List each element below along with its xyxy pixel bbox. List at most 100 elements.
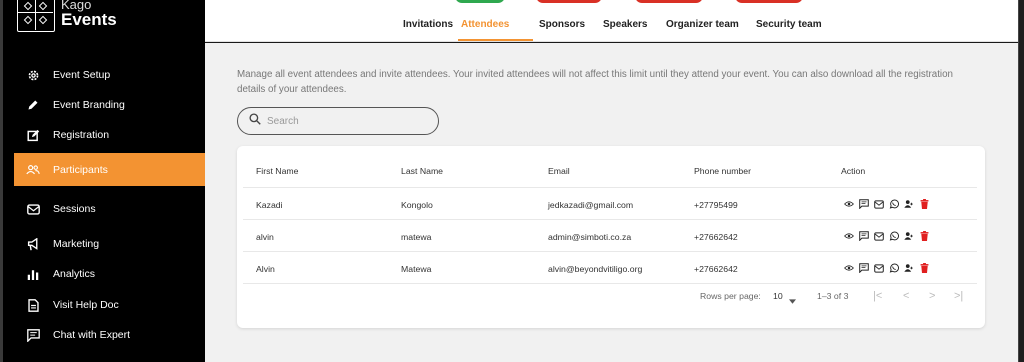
first-page-icon[interactable]: |< — [873, 290, 882, 302]
chat-icon — [25, 327, 41, 343]
mail-icon[interactable] — [874, 199, 884, 209]
row-divider — [243, 251, 977, 252]
column-header-last-name[interactable]: Last Name — [401, 166, 443, 176]
sidebar-item-label: Event Setup — [53, 69, 111, 81]
tab-organizer-team[interactable]: Organizer team — [666, 19, 739, 30]
sidebar-item-label: Marketing — [53, 238, 100, 250]
search-input[interactable] — [267, 115, 417, 127]
sidebar-item-label: Sessions — [53, 203, 96, 215]
row-actions — [844, 263, 929, 273]
eye-icon[interactable] — [844, 231, 854, 241]
message-icon[interactable] — [859, 231, 869, 241]
active-tab-indicator — [458, 39, 533, 41]
header-divider — [243, 187, 977, 188]
megaphone-icon — [25, 236, 41, 252]
column-header-email[interactable]: Email — [548, 166, 570, 176]
column-header-action: Action — [841, 166, 866, 176]
pagination-range: 1–3 of 3 — [817, 291, 849, 301]
sidebar-item-label: Event Branding — [53, 99, 125, 111]
cell-last-name: matewa — [401, 232, 432, 242]
row-divider — [243, 283, 977, 284]
document-icon — [25, 297, 41, 313]
cell-last-name: Matewa — [401, 264, 432, 274]
tab-attendees[interactable]: Attendees — [461, 19, 509, 30]
window-frame-right — [1018, 0, 1024, 362]
trash-icon[interactable] — [919, 231, 929, 241]
cell-first-name: Alvin — [256, 264, 275, 274]
sidebar-item-chat-with-expert[interactable]: Chat with Expert — [17, 320, 205, 350]
whatsapp-icon[interactable] — [889, 231, 899, 241]
person-icon[interactable] — [904, 263, 914, 273]
attendees-table-card: First Name Last Name Email Phone number … — [237, 146, 985, 328]
cell-email: admin@simboti.co.za — [548, 232, 632, 242]
row-divider — [243, 219, 977, 220]
sidebar-item-event-setup[interactable]: Event Setup — [17, 60, 205, 90]
tab-speakers[interactable]: Speakers — [603, 19, 647, 30]
sidebar-item-event-branding[interactable]: Event Branding — [17, 90, 205, 120]
brand-logo[interactable]: Kago Events — [17, 0, 127, 34]
whatsapp-icon[interactable] — [889, 263, 899, 273]
gear-icon — [25, 67, 41, 83]
sidebar-item-participants[interactable]: Participants — [14, 153, 205, 186]
rows-per-page-label: Rows per page: — [700, 291, 761, 301]
sidebar-item-registration[interactable]: Registration — [17, 120, 205, 150]
chevron-down-icon[interactable] — [789, 291, 796, 309]
previous-page-icon[interactable]: < — [903, 290, 909, 302]
red-action-button[interactable] — [536, 0, 602, 3]
tab-bar: Invitations Attendees Sponsors Speakers … — [205, 0, 1018, 42]
last-page-icon[interactable]: >| — [954, 290, 963, 302]
cell-phone: +27795499 — [694, 200, 738, 210]
next-page-icon[interactable]: > — [929, 290, 935, 302]
mail-icon — [25, 201, 41, 217]
tab-security-team[interactable]: Security team — [756, 19, 822, 30]
whatsapp-icon[interactable] — [889, 199, 899, 209]
cell-first-name: Kazadi — [256, 200, 283, 210]
bar-chart-icon — [25, 266, 41, 282]
column-header-phone[interactable]: Phone number — [694, 166, 751, 176]
mail-icon[interactable] — [874, 231, 884, 241]
search-box[interactable] — [237, 107, 439, 135]
cell-email: jedkazadi@gmail.com — [548, 200, 634, 210]
sidebar-item-label: Participants — [53, 163, 108, 176]
red-action-button[interactable] — [735, 0, 803, 3]
cell-phone: +27662642 — [694, 264, 738, 274]
rows-per-page-select[interactable]: 10 — [773, 291, 783, 301]
app-window: Kago Events Event Setup Event Branding R… — [0, 0, 1024, 362]
sidebar-item-label: Chat with Expert — [53, 329, 131, 341]
green-action-button[interactable] — [455, 0, 505, 3]
page-description: Manage all event attendees and invite at… — [237, 69, 954, 95]
cell-email: alvin@beyondvitiligo.org — [548, 264, 643, 274]
sidebar-item-label: Visit Help Doc — [53, 299, 119, 311]
tab-invitations[interactable]: Invitations — [403, 19, 453, 30]
red-action-button[interactable] — [635, 0, 703, 3]
brand-line2: Events — [61, 10, 117, 29]
sidebar-item-marketing[interactable]: Marketing — [17, 229, 205, 259]
logo-mark-icon — [17, 0, 55, 32]
person-icon[interactable] — [904, 231, 914, 241]
sidebar-item-label: Analytics — [53, 268, 96, 280]
person-icon[interactable] — [904, 199, 914, 209]
row-actions — [844, 231, 929, 241]
sidebar-item-sessions[interactable]: Sessions — [17, 194, 205, 224]
eye-icon[interactable] — [844, 263, 854, 273]
edit-icon — [25, 127, 41, 143]
trash-icon[interactable] — [919, 263, 929, 273]
column-header-first-name[interactable]: First Name — [256, 166, 298, 176]
mail-icon[interactable] — [874, 263, 884, 273]
tab-sponsors[interactable]: Sponsors — [539, 19, 585, 30]
cell-first-name: alvin — [256, 232, 274, 242]
main-content: Manage all event attendees and invite at… — [205, 43, 1018, 362]
cell-last-name: Kongolo — [401, 200, 433, 210]
trash-icon[interactable] — [919, 199, 929, 209]
people-icon — [25, 162, 41, 178]
pencil-icon — [25, 97, 41, 113]
sidebar-item-analytics[interactable]: Analytics — [17, 259, 205, 289]
message-icon[interactable] — [859, 263, 869, 273]
row-actions — [844, 199, 929, 209]
eye-icon[interactable] — [844, 199, 854, 209]
sidebar: Kago Events Event Setup Event Branding R… — [3, 0, 205, 362]
sidebar-item-visit-help-doc[interactable]: Visit Help Doc — [17, 290, 205, 320]
message-icon[interactable] — [859, 199, 869, 209]
cell-phone: +27662642 — [694, 232, 738, 242]
sidebar-item-label: Registration — [53, 129, 110, 141]
